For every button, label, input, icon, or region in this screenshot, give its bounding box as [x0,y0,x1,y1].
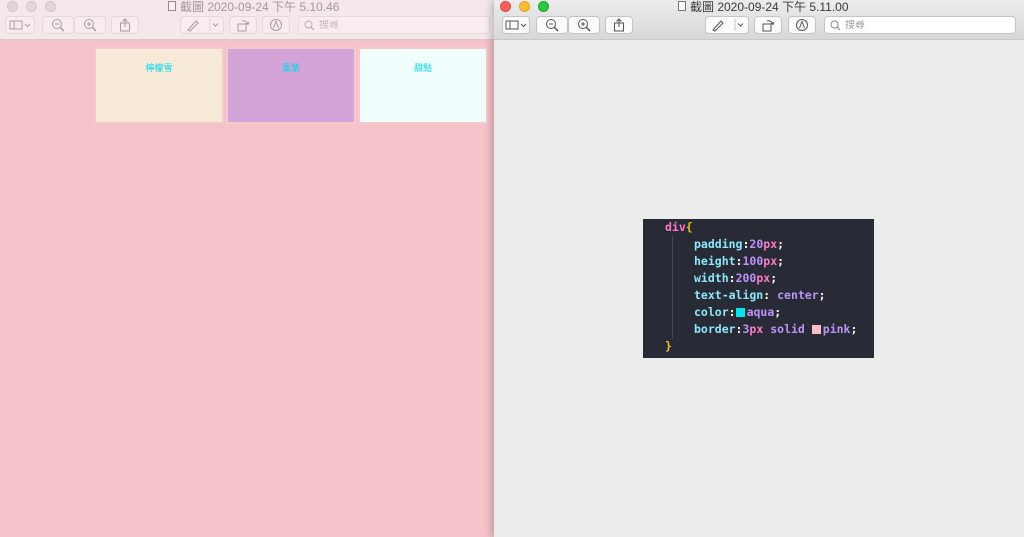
zoom-in-button[interactable] [74,16,106,34]
code-line-color: color: aqua; [694,305,782,319]
pen-icon [187,19,219,32]
pink-color-swatch [811,325,821,334]
markup-button[interactable] [180,16,224,34]
aqua-color-swatch [735,308,745,317]
search-input[interactable] [319,19,469,31]
back-preview-window: 截圖 2020-09-24 下午 5.10.46 檸檬雪 薰紫 甜點 [0,0,494,537]
code-line-close-brace: } [665,339,672,353]
annotate-icon [270,19,282,31]
demo-box-2: 薰紫 [226,47,356,124]
sidebar-icon [9,20,31,30]
back-window-title: 截圖 2020-09-24 下午 5.10.46 [168,0,339,14]
document-icon [168,1,176,11]
annotate-button[interactable] [262,16,290,34]
pen-icon [712,19,744,32]
close-button[interactable] [500,1,511,12]
rotate-button[interactable] [754,16,782,34]
search-field[interactable] [298,16,490,34]
sidebar-icon [505,20,527,30]
back-titlebar: 截圖 2020-09-24 下午 5.10.46 [0,0,494,40]
zoom-in-icon [84,19,97,32]
close-button[interactable] [7,1,18,12]
css-code-snippet: div{ padding:20px; height:100px; width:2… [643,219,874,358]
annotate-button[interactable] [788,16,816,34]
search-icon [830,20,841,30]
sidebar-toggle-button[interactable] [5,16,35,34]
zoom-button[interactable] [538,1,549,12]
code-line-text-align: text-align: center; [694,288,826,302]
code-line-height: height:100px; [694,254,785,268]
markup-button[interactable] [705,16,749,34]
search-field[interactable] [824,16,1016,34]
demo-box-3: 甜點 [358,47,488,124]
code-line-padding: padding:20px; [694,237,785,251]
rotate-icon [762,20,775,32]
search-icon [304,20,315,30]
zoom-in-button[interactable] [568,16,600,34]
demo-box-1: 檸檬雪 [94,47,224,124]
front-preview-window: 截圖 2020-09-24 下午 5.11.00 d [494,0,1024,537]
code-line-width: width:200px; [694,271,778,285]
share-icon [120,18,130,32]
code-line-border: border:3px solid pink; [694,322,858,336]
zoom-in-icon [578,19,591,32]
front-titlebar: 截圖 2020-09-24 下午 5.11.00 [494,0,1024,40]
rotate-icon [237,20,250,32]
zoom-out-button[interactable] [536,16,568,34]
front-window-title: 截圖 2020-09-24 下午 5.11.00 [678,0,849,14]
zoom-out-button[interactable] [42,16,74,34]
minimize-button[interactable] [26,1,37,12]
back-traffic-lights [7,1,56,12]
share-icon [614,18,624,32]
zoom-out-icon [52,19,65,32]
search-input[interactable] [845,19,995,31]
rotate-button[interactable] [229,16,257,34]
code-line-selector: div{ [665,220,693,234]
minimize-button[interactable] [519,1,530,12]
zoom-out-icon [546,19,559,32]
sidebar-toggle-button[interactable] [502,16,530,34]
document-icon [678,1,686,11]
indent-guide [672,236,673,339]
front-traffic-lights [500,1,549,12]
share-button[interactable] [605,16,633,34]
annotate-icon [796,19,808,31]
share-button[interactable] [111,16,139,34]
zoom-button[interactable] [45,1,56,12]
